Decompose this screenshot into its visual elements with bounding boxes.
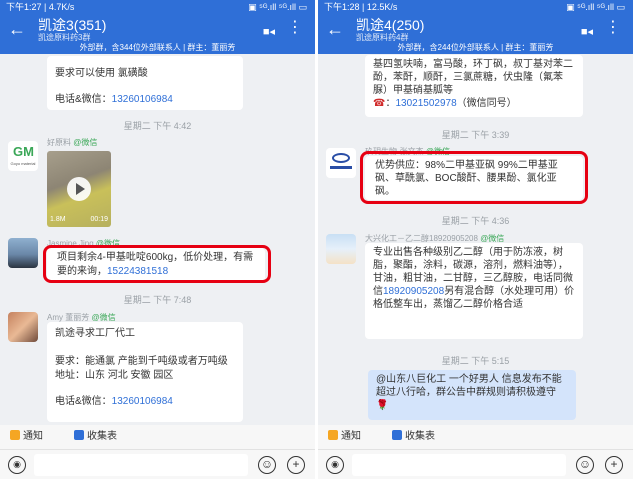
message-input[interactable] bbox=[34, 454, 248, 476]
video-size: 1.8M bbox=[50, 216, 66, 223]
back-arrow-icon[interactable]: ← bbox=[326, 20, 344, 38]
megaphone-icon bbox=[10, 430, 20, 440]
video-call-icon[interactable]: ■◂ bbox=[581, 25, 593, 38]
timestamp: 星期二 下午 7:48 bbox=[123, 295, 192, 305]
group-notice: 外部群，含244位外部联系人 | 群主：董丽芳 bbox=[318, 42, 633, 54]
video-call-icon[interactable]: ■◂ bbox=[263, 25, 275, 38]
more-menu-icon[interactable]: ⋮ bbox=[287, 20, 303, 36]
avatar[interactable] bbox=[326, 234, 356, 264]
emoji-icon[interactable]: ☺ bbox=[258, 456, 276, 474]
group-notice: 外部群，含344位外部联系人 | 群主：董丽芳 bbox=[0, 42, 315, 54]
phone-link[interactable]: 13260106984 bbox=[112, 94, 173, 105]
message-text: 凯途寻求工厂代工 bbox=[55, 328, 135, 339]
back-arrow-icon[interactable]: ← bbox=[8, 20, 26, 38]
timestamp: 星期二 下午 3:39 bbox=[441, 130, 510, 140]
status-time: 下午1:28 | 12.5K/s bbox=[324, 2, 398, 12]
message-text: 要求：能通氯 产能到千吨级或者万吨级 bbox=[55, 356, 228, 367]
plus-icon[interactable]: + bbox=[287, 456, 305, 474]
contact-label: 电话&微信： bbox=[55, 396, 112, 407]
plus-icon[interactable]: + bbox=[605, 456, 623, 474]
megaphone-icon bbox=[328, 430, 338, 440]
message-bubble: 基四氢呋喃，富马酸，环丁砜，叔丁基对苯二酚，苯酐，顺酐，三氯蔗糖，伏虫隆（氟苯脲… bbox=[365, 55, 583, 117]
highlight-box bbox=[43, 245, 271, 283]
tab-collection-form[interactable]: 收集表 bbox=[392, 429, 435, 445]
avatar[interactable] bbox=[8, 312, 38, 342]
more-menu-icon[interactable]: ⋮ bbox=[605, 20, 621, 36]
brand-logo-icon bbox=[332, 153, 350, 163]
chat-title[interactable]: 凯途4(250) bbox=[356, 17, 424, 33]
video-thumbnail[interactable]: 1.8M 00:19 bbox=[47, 151, 111, 227]
leaf-logo-icon: GM bbox=[13, 144, 34, 159]
chat-title[interactable]: 凯途3(351) bbox=[38, 17, 106, 33]
play-icon[interactable] bbox=[67, 177, 91, 201]
message-bubble: 专业出售各种级别乙二醇（用于防冻液，树脂，聚酯，涂料，碳源，溶剂，燃料油等），甘… bbox=[365, 243, 583, 339]
phone-link[interactable]: 13021502978 bbox=[395, 98, 456, 109]
message-input[interactable] bbox=[352, 454, 566, 476]
own-message-bubble: @山东八巨化工 一个好男人 信息发布不能超过八行哈，群公告中群规则请积极遵守🌹 bbox=[368, 370, 576, 420]
chat-panel-left: 下午1:27 | 4.7K/s ▣ ⁵ᴳ.ıll ⁵ᴳ.ıll ▭ ← 凯途3(… bbox=[0, 0, 315, 479]
emoji-icon[interactable]: ☺ bbox=[576, 456, 594, 474]
chat-panel-right: 下午1:28 | 12.5K/s ▣ ⁵ᴳ.ıll ⁵ᴳ.ıll ▭ ← 凯途4… bbox=[318, 0, 633, 479]
tab-notice[interactable]: 通知 bbox=[10, 429, 43, 445]
avatar[interactable]: GM Goyo material bbox=[8, 141, 38, 171]
highlight-box bbox=[360, 151, 588, 204]
voice-icon[interactable]: ◉ bbox=[8, 456, 26, 474]
message-bubble: 要求可以使用 氯磺酸 电话&微信：13260106984 bbox=[47, 56, 243, 110]
message-bubble: 凯途寻求工厂代工 要求：能通氯 产能到千吨级或者万吨级 地址：山东 河北 安徽 … bbox=[47, 322, 243, 422]
contact-label: 电话&微信： bbox=[55, 94, 112, 105]
form-icon bbox=[392, 430, 402, 440]
video-duration: 00:19 bbox=[90, 216, 108, 223]
quick-tabs: 通知 收集表 bbox=[318, 425, 633, 449]
tab-collection-form[interactable]: 收集表 bbox=[74, 429, 117, 445]
quick-tabs: 通知 收集表 bbox=[0, 425, 315, 449]
form-icon bbox=[74, 430, 84, 440]
message-text: 要求可以使用 氯磺酸 bbox=[55, 68, 148, 79]
status-indicators: ▣ ⁵ᴳ.ıll ⁵ᴳ.ıll ▭ bbox=[248, 2, 307, 12]
status-time: 下午1:27 | 4.7K/s bbox=[6, 2, 75, 12]
input-bar: ◉ ☺ + bbox=[318, 449, 633, 479]
message-text: 基四氢呋喃，富马酸，环丁砜，叔丁基对苯二酚，苯酐，顺酐，三氯蔗糖，伏虫隆（氟苯脲… bbox=[373, 59, 573, 96]
logo-text: Goyo material bbox=[10, 161, 36, 166]
timestamp: 星期二 下午 4:36 bbox=[441, 216, 510, 226]
sender-name: 好原料 @微信 bbox=[47, 138, 98, 147]
status-indicators: ▣ ⁵ᴳ.ıll ⁵ᴳ.ıll ▭ bbox=[566, 2, 625, 12]
phone-link[interactable]: 18920905208 bbox=[383, 286, 444, 297]
avatar[interactable] bbox=[8, 238, 38, 268]
timestamp: 星期二 下午 5:15 bbox=[441, 356, 510, 366]
timestamp: 星期二 下午 4:42 bbox=[123, 121, 192, 131]
tab-notice[interactable]: 通知 bbox=[328, 429, 361, 445]
voice-icon[interactable]: ◉ bbox=[326, 456, 344, 474]
phone-link[interactable]: 13260106984 bbox=[112, 396, 173, 407]
input-bar: ◉ ☺ + bbox=[0, 449, 315, 479]
message-text: @山东八巨化工 一个好男人 信息发布不能超过八行哈，群公告中群规则请积极遵守🌹 bbox=[376, 374, 562, 411]
phone-icon: ☎ bbox=[373, 98, 386, 109]
avatar[interactable] bbox=[326, 148, 356, 178]
message-text: 地址：山东 河北 安徽 园区 bbox=[55, 370, 174, 381]
